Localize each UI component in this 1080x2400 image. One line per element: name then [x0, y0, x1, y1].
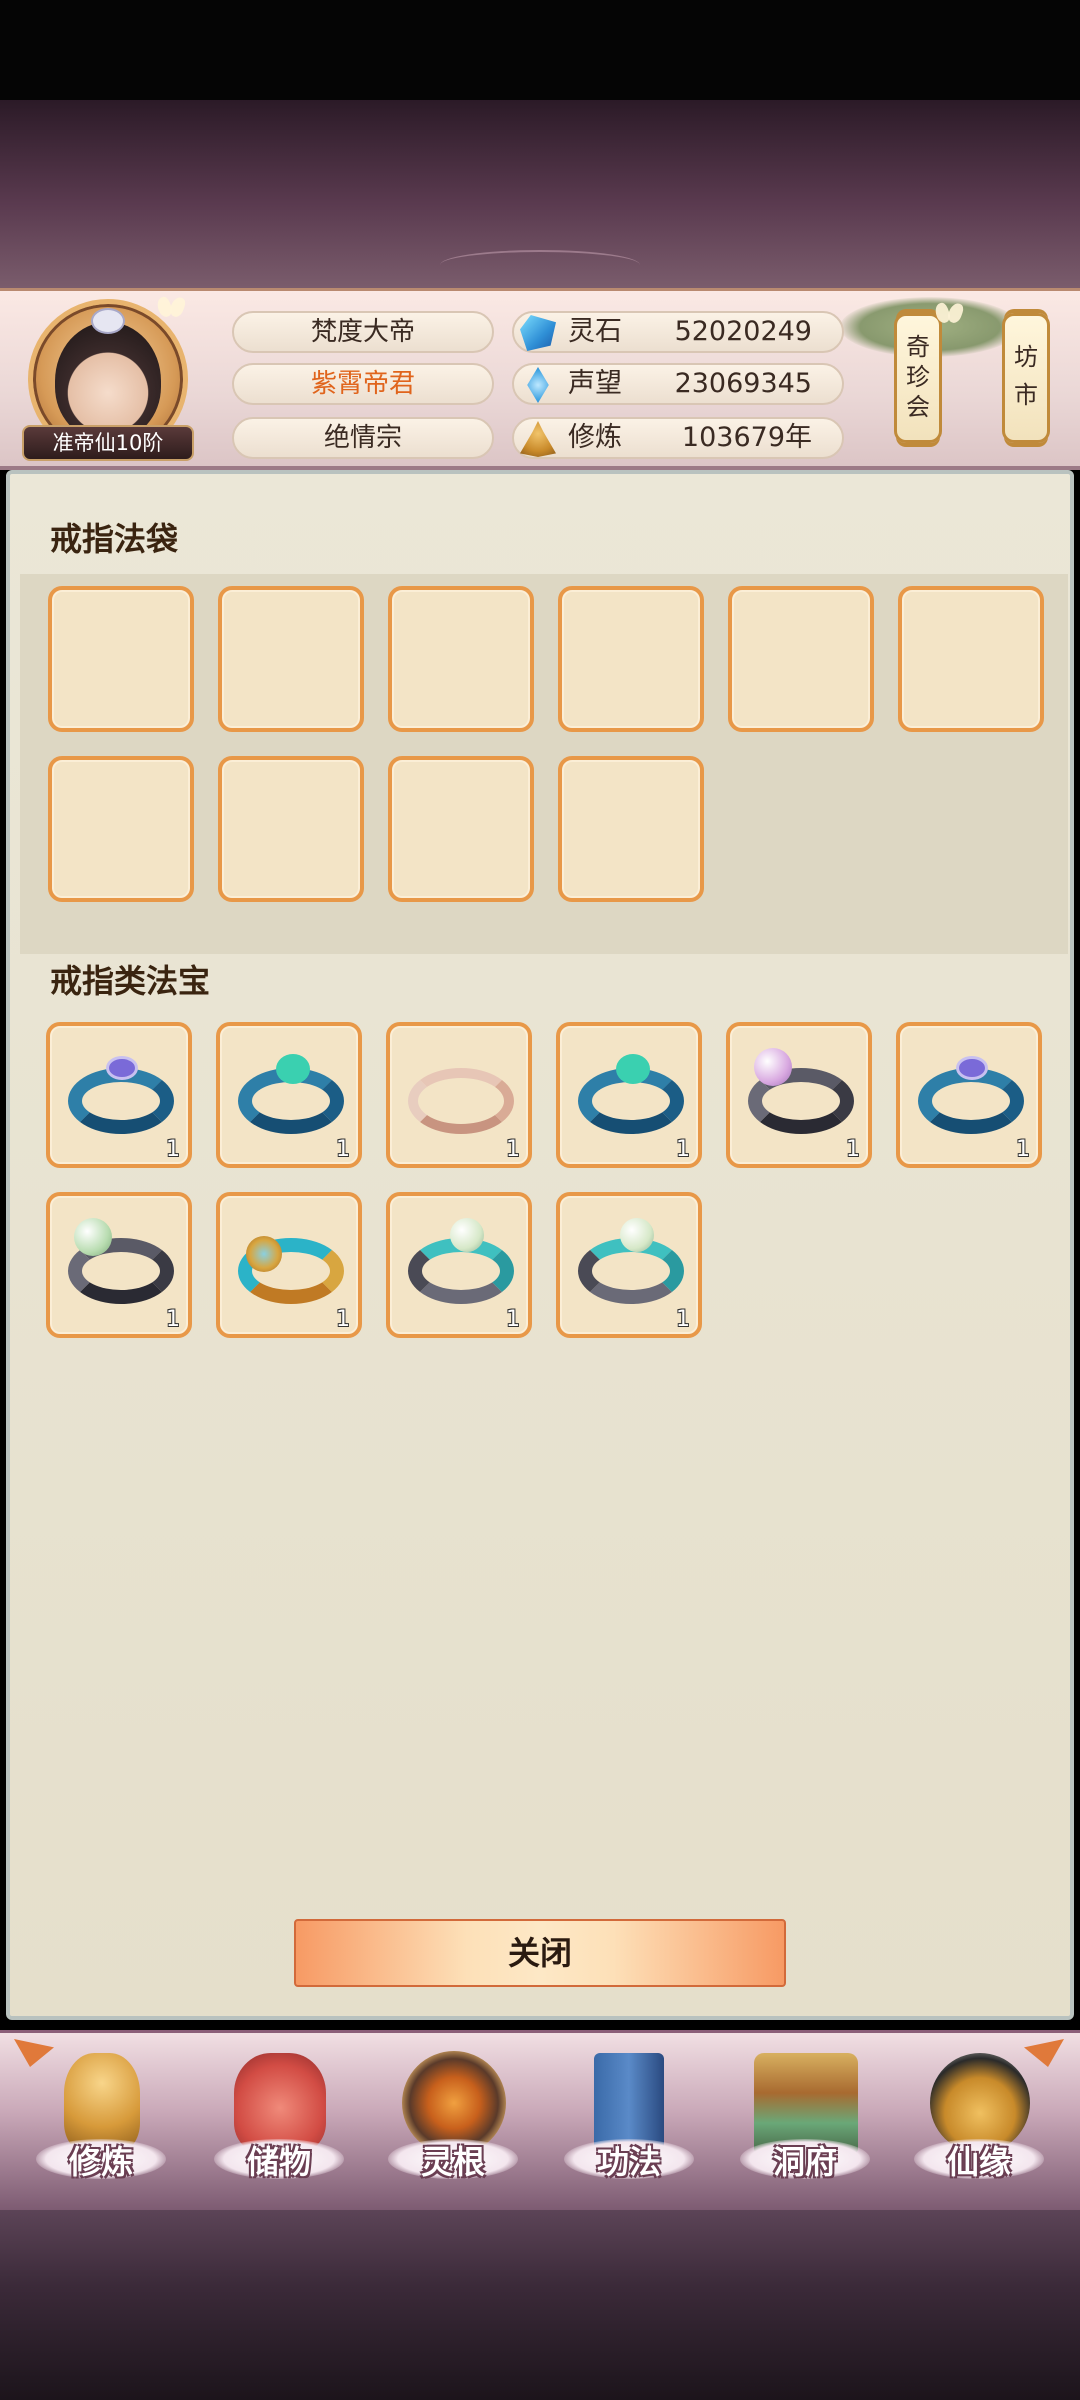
treasure-item[interactable]: 1	[386, 1192, 532, 1338]
spirit-stone-icon	[520, 315, 556, 351]
nav-label: 仙缘	[946, 2143, 1011, 2181]
bag-slot[interactable]	[558, 756, 704, 902]
item-count: 1	[1016, 1137, 1030, 1162]
bag-slot[interactable]	[898, 586, 1044, 732]
item-count: 1	[676, 1307, 690, 1332]
resource-cultivation: 修炼 103679年	[512, 417, 844, 459]
button-char: 坊	[1014, 343, 1038, 371]
bottom-backdrop	[0, 2210, 1080, 2400]
item-count: 1	[506, 1137, 520, 1162]
jade-gem	[276, 1054, 310, 1084]
ornate-gem	[246, 1236, 282, 1272]
nav-label: 洞府	[772, 2143, 837, 2181]
button-char: 市	[1014, 381, 1038, 409]
treasure-item[interactable]: 1	[556, 1022, 702, 1168]
sapphire-gem	[106, 1056, 138, 1080]
button-char: 奇	[906, 333, 930, 361]
item-count: 1	[166, 1307, 180, 1332]
resource-label: 声望	[568, 368, 622, 399]
status-bar	[0, 0, 1080, 100]
cultivation-icon	[520, 421, 556, 457]
nav-label: 修炼	[68, 2143, 133, 2181]
rose-gold-ring-icon	[408, 1068, 514, 1134]
bag-slot[interactable]	[388, 756, 534, 902]
rank-badge: 准帝仙10阶	[22, 425, 194, 461]
avatar-portrait	[55, 322, 161, 440]
nav-label: 储物	[246, 2143, 311, 2181]
bag-slot[interactable]	[218, 586, 364, 732]
market-button[interactable]: 坊 市	[1002, 313, 1050, 443]
pearl	[450, 1218, 484, 1252]
green-pearl	[74, 1218, 112, 1256]
sect-name: 绝情宗	[232, 417, 494, 459]
button-char: 珍	[906, 363, 930, 391]
nav-cultivation[interactable]: 修炼	[26, 2045, 176, 2205]
title-name-1: 梵度大帝	[232, 311, 494, 353]
close-button[interactable]: 关闭	[294, 1919, 786, 1987]
nav-label: 灵根	[420, 2143, 485, 2181]
sapphire-gem	[956, 1056, 988, 1080]
top-ornament	[440, 250, 640, 280]
item-count: 1	[676, 1137, 690, 1162]
resource-value: 23069345	[674, 368, 812, 399]
item-count: 1	[506, 1307, 520, 1332]
title-name-2: 紫霄帝君	[232, 363, 494, 405]
resource-reputation: 声望 23069345	[512, 363, 844, 405]
nav-cave-mansion[interactable]: 洞府	[730, 2045, 880, 2205]
nav-fate[interactable]: 仙缘	[904, 2045, 1054, 2205]
treasure-item[interactable]: 1	[216, 1022, 362, 1168]
bag-slot[interactable]	[48, 586, 194, 732]
item-count: 1	[336, 1137, 350, 1162]
treasure-item[interactable]: 1	[216, 1192, 362, 1338]
nav-spirit-root[interactable]: 灵根	[378, 2045, 528, 2205]
bag-slot[interactable]	[388, 586, 534, 732]
pink-pearl	[754, 1048, 792, 1086]
button-char: 会	[906, 393, 930, 421]
treasure-item[interactable]: 1	[726, 1022, 872, 1168]
bag-slot[interactable]	[48, 756, 194, 902]
player-header: 准帝仙10阶 梵度大帝 紫霄帝君 绝情宗 灵石 52020249 声望 2306…	[0, 288, 1080, 470]
treasure-section-title: 戒指类法宝	[50, 962, 211, 1000]
close-button-label: 关闭	[507, 1934, 572, 1972]
butterfly-icon	[158, 297, 184, 319]
treasure-item[interactable]: 1	[386, 1022, 532, 1168]
nav-label: 功法	[596, 2143, 661, 2181]
treasure-item[interactable]: 1	[46, 1022, 192, 1168]
treasure-item[interactable]: 1	[896, 1022, 1042, 1168]
treasure-item[interactable]: 1	[46, 1192, 192, 1338]
resource-label: 修炼	[568, 422, 622, 453]
resource-spirit-stone: 灵石 52020249	[512, 311, 844, 353]
bottom-nav: 修炼 储物 灵根 功法 洞府 仙缘	[0, 2030, 1080, 2210]
treasure-auction-button[interactable]: 奇 珍 会	[894, 313, 942, 443]
reputation-icon	[527, 367, 549, 403]
bag-slot[interactable]	[218, 756, 364, 902]
item-count: 1	[166, 1137, 180, 1162]
ring-storage-panel: 戒指法袋 戒指类法宝 1 1 1 1 1 1 1 1 1 1	[6, 470, 1074, 2020]
bag-slot[interactable]	[558, 586, 704, 732]
butterfly-icon	[936, 303, 962, 325]
nav-technique[interactable]: 功法	[554, 2045, 704, 2205]
pearl	[620, 1218, 654, 1252]
resource-value: 103679年	[681, 422, 812, 453]
bag-slot[interactable]	[728, 586, 874, 732]
resource-value: 52020249	[674, 316, 812, 347]
treasure-item[interactable]: 1	[556, 1192, 702, 1338]
resource-label: 灵石	[568, 316, 622, 347]
jade-gem	[616, 1054, 650, 1084]
item-count: 1	[846, 1137, 860, 1162]
item-count: 1	[336, 1307, 350, 1332]
hairpin-decoration	[91, 308, 125, 334]
nav-storage[interactable]: 储物	[204, 2045, 354, 2205]
bag-section-title: 戒指法袋	[50, 520, 179, 558]
